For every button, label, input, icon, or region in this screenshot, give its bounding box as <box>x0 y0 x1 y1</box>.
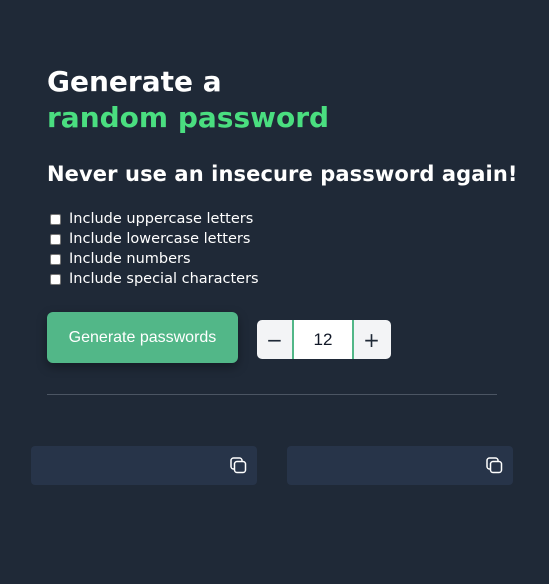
password-generator-card: Generate a random password Never use an … <box>0 0 549 584</box>
password-output-2[interactable] <box>287 446 513 485</box>
option-label: Include lowercase letters <box>69 231 251 247</box>
option-label: Include numbers <box>69 251 191 267</box>
option-label: Include special characters <box>69 271 259 287</box>
increment-button[interactable]: + <box>354 320 389 359</box>
options-list: Include uppercase letters Include lowerc… <box>50 209 259 289</box>
special-checkbox[interactable] <box>50 273 61 285</box>
copy-icon[interactable] <box>230 457 247 474</box>
option-uppercase[interactable]: Include uppercase letters <box>50 209 259 229</box>
option-label: Include uppercase letters <box>69 211 254 227</box>
numbers-checkbox[interactable] <box>50 253 61 265</box>
decrement-button[interactable]: − <box>257 320 292 359</box>
password-output-1[interactable] <box>31 446 257 485</box>
option-special[interactable]: Include special characters <box>50 269 259 289</box>
option-lowercase[interactable]: Include lowercase letters <box>50 229 259 249</box>
length-input[interactable]: 12 <box>292 320 354 359</box>
lowercase-checkbox[interactable] <box>50 233 61 245</box>
page-title: Generate a random password <box>47 64 329 136</box>
length-stepper: − 12 + <box>257 320 391 359</box>
title-line-1: Generate a <box>47 65 222 98</box>
uppercase-checkbox[interactable] <box>50 213 61 225</box>
divider <box>47 394 497 395</box>
title-line-2: random password <box>47 101 330 134</box>
option-numbers[interactable]: Include numbers <box>50 249 259 269</box>
page-subtitle: Never use an insecure password again! <box>47 162 518 186</box>
copy-icon[interactable] <box>486 457 503 474</box>
generate-passwords-button[interactable]: Generate passwords <box>47 312 238 363</box>
